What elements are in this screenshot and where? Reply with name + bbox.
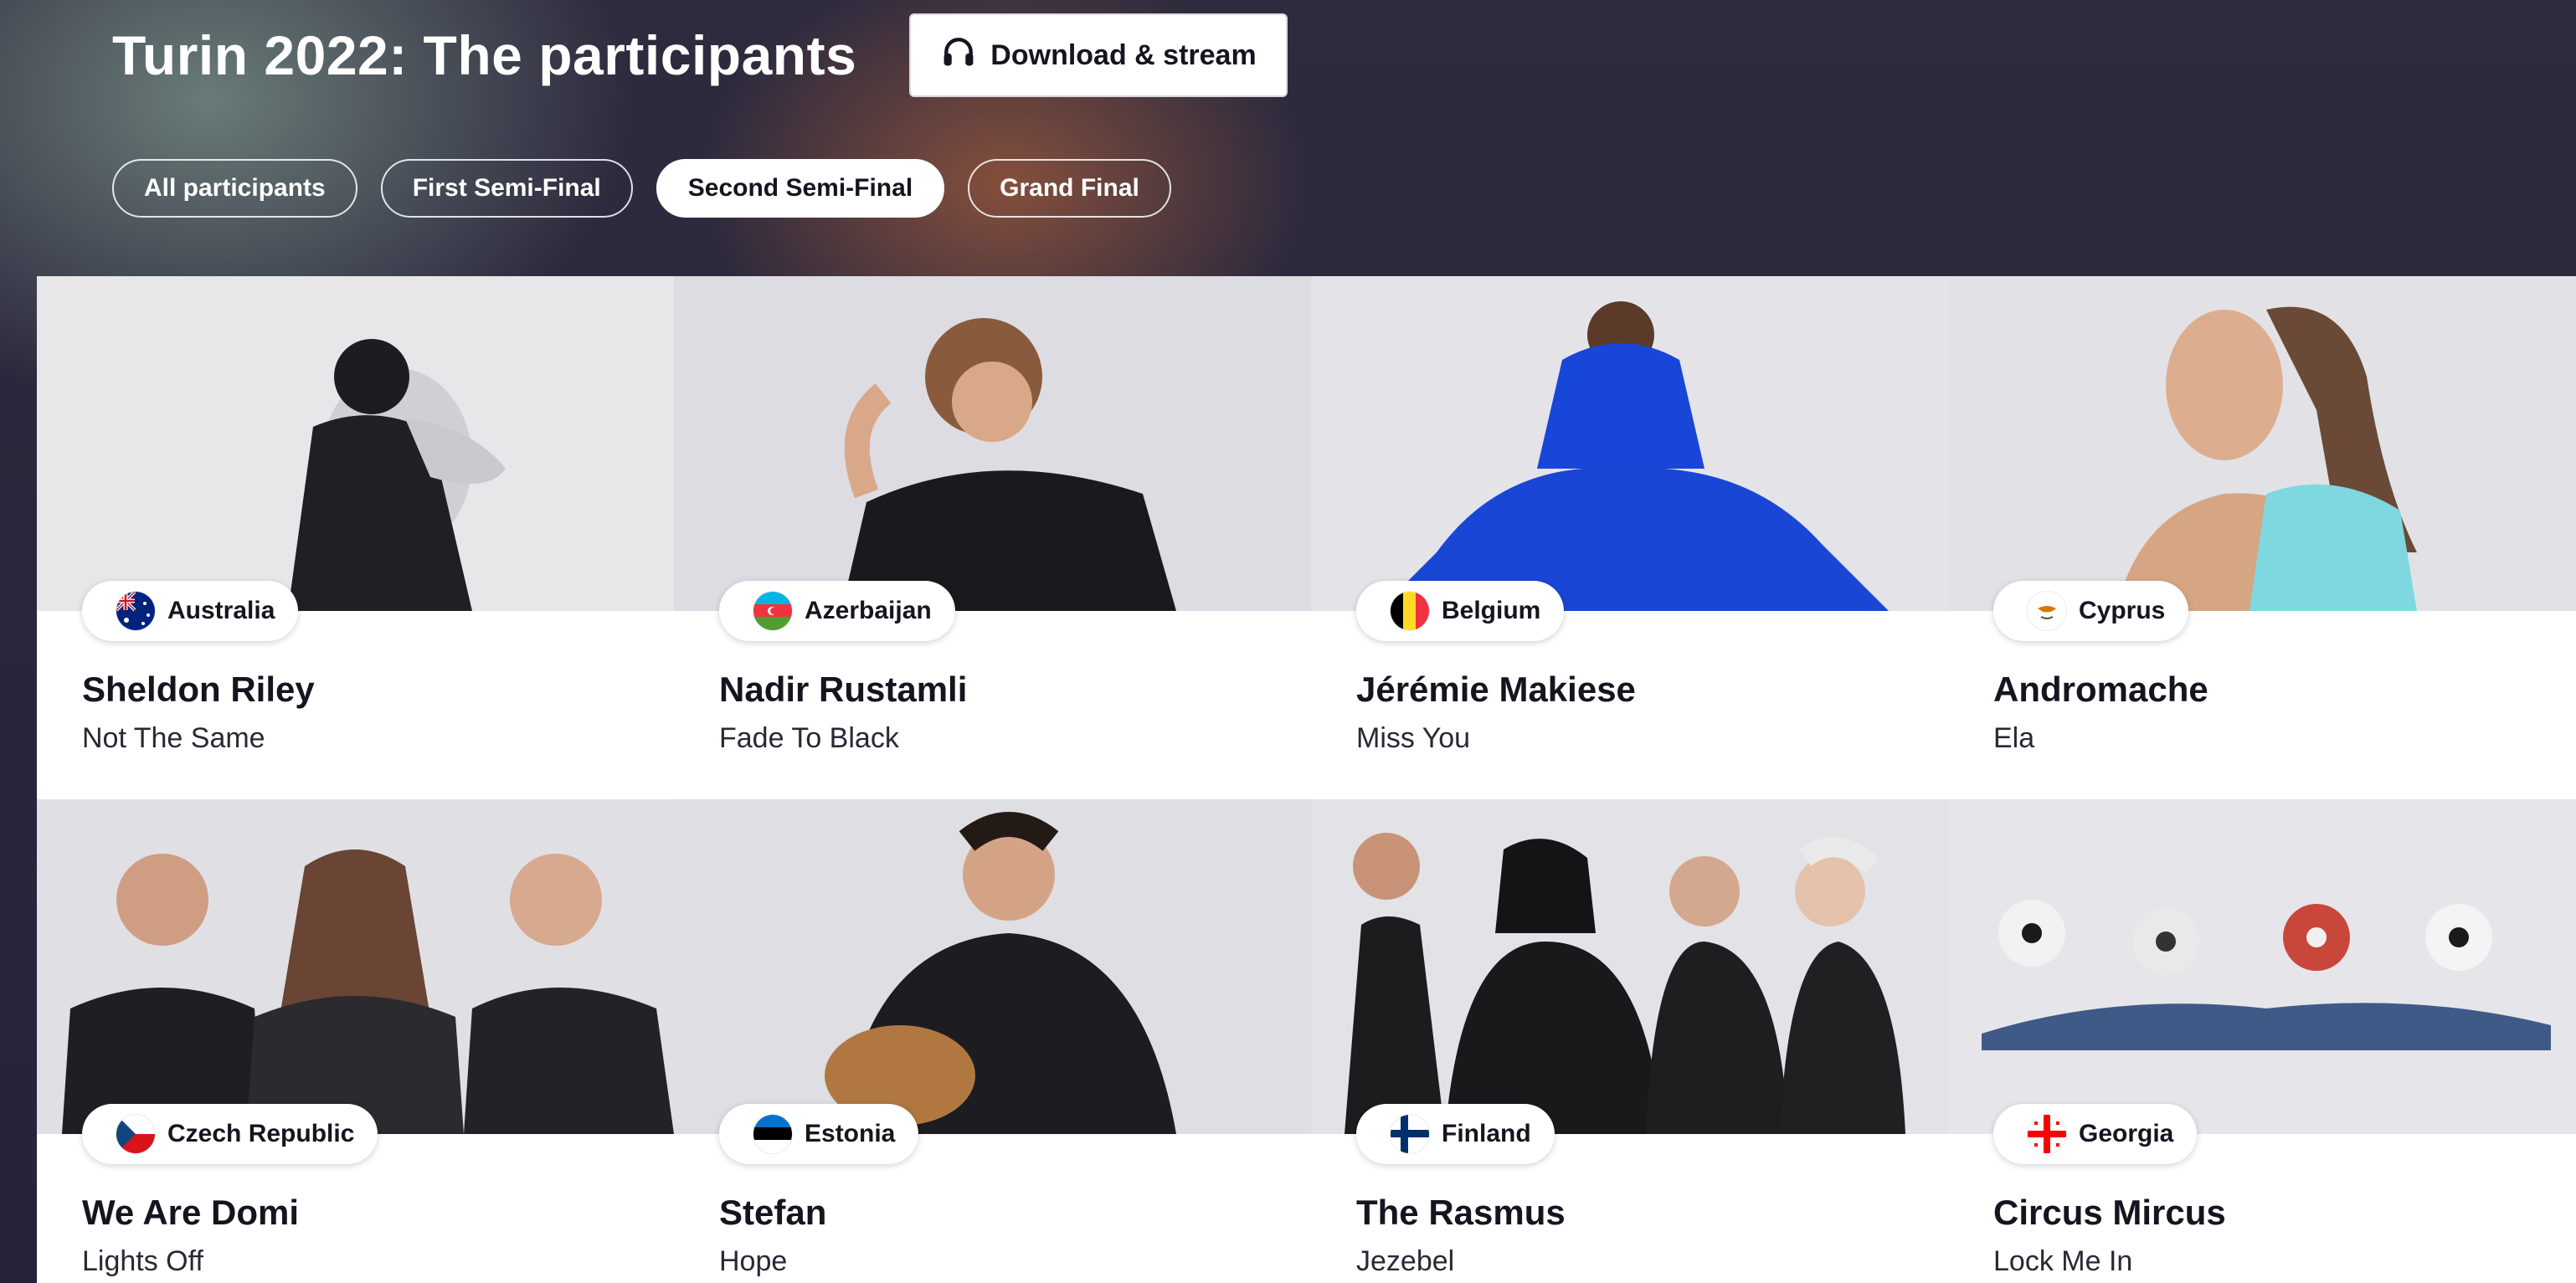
artist-name[interactable]: Jérémie Makiese [1356, 666, 1636, 713]
georgia-flag-icon [2027, 1114, 2067, 1154]
song-title: Ela [1993, 722, 2035, 754]
participant-card[interactable]: Belgium Jérémie Makiese Miss You [1311, 276, 1948, 799]
download-stream-label: Download & stream [990, 38, 1257, 71]
tab-all-participants[interactable]: All participants [112, 159, 357, 218]
tab-first-semi-final[interactable]: First Semi-Final [380, 159, 633, 218]
country-name: Finland [1442, 1120, 1531, 1147]
artist-name[interactable]: Circus Mircus [1993, 1189, 2226, 1236]
participant-photo [1948, 799, 2576, 1134]
finland-flag-icon [1390, 1114, 1430, 1154]
participant-photo [674, 799, 1311, 1134]
tab-second-semi-final[interactable]: Second Semi-Final [656, 159, 945, 218]
country-name: Czech Republic [167, 1120, 355, 1147]
song-title: Jezebel [1356, 1245, 1455, 1277]
song-title: Fade To Black [719, 722, 899, 754]
australia-flag-icon [116, 591, 156, 631]
artist-name[interactable]: The Rasmus [1356, 1189, 1566, 1236]
country-name: Georgia [2079, 1120, 2174, 1147]
country-badge: Belgium [1356, 581, 1565, 641]
country-badge: Finland [1356, 1104, 1555, 1164]
country-badge: Georgia [1993, 1104, 2198, 1164]
participant-photo [37, 799, 674, 1134]
country-badge: Cyprus [1993, 581, 2189, 641]
country-badge: Czech Republic [82, 1104, 378, 1164]
cyprus-flag-icon [2027, 591, 2067, 631]
show-filter-tabs: All participants First Semi-Final Second… [112, 159, 1171, 218]
artist-name[interactable]: We Are Domi [82, 1189, 299, 1236]
participant-photo [1948, 276, 2576, 611]
estonia-flag-icon [753, 1114, 793, 1154]
artist-name[interactable]: Andromache [1993, 666, 2208, 713]
belgium-flag-icon [1390, 591, 1430, 631]
participant-card[interactable]: Finland The Rasmus Jezebel [1311, 799, 1948, 1283]
azerbaijan-flag-icon [753, 591, 793, 631]
download-stream-button[interactable]: Download & stream [909, 13, 1288, 97]
participant-photo [37, 276, 674, 611]
headphones-icon [940, 33, 977, 78]
participant-photo [1311, 799, 1948, 1134]
participant-card[interactable]: Azerbaijan Nadir Rustamli Fade To Black [674, 276, 1311, 799]
country-badge: Estonia [719, 1104, 919, 1164]
participant-card[interactable]: Czech Republic We Are Domi Lights Off [37, 799, 674, 1283]
country-badge: Australia [82, 581, 299, 641]
country-name: Estonia [805, 1120, 896, 1147]
song-title: Miss You [1356, 722, 1471, 754]
page-title: Turin 2022: The participants [112, 24, 857, 86]
country-name: Azerbaijan [805, 597, 932, 624]
song-title: Lock Me In [1993, 1245, 2133, 1277]
country-name: Australia [167, 597, 275, 624]
artist-name[interactable]: Stefan [719, 1189, 826, 1236]
artist-name[interactable]: Sheldon Riley [82, 666, 315, 713]
song-title: Not The Same [82, 722, 265, 754]
song-title: Hope [719, 1245, 788, 1277]
tab-grand-final[interactable]: Grand Final [968, 159, 1171, 218]
participant-photo [674, 276, 1311, 611]
participant-card[interactable]: Estonia Stefan Hope [674, 799, 1311, 1283]
participant-card[interactable]: Cyprus Andromache Ela [1948, 276, 2576, 799]
czech-republic-flag-icon [116, 1114, 156, 1154]
country-badge: Azerbaijan [719, 581, 955, 641]
artist-name[interactable]: Nadir Rustamli [719, 666, 967, 713]
country-name: Cyprus [2079, 597, 2166, 624]
participant-card[interactable]: Georgia Circus Mircus Lock Me In [1948, 799, 2576, 1283]
participant-photo [1311, 276, 1948, 611]
song-title: Lights Off [82, 1245, 203, 1277]
participant-card[interactable]: Australia Sheldon Riley Not The Same [37, 276, 674, 799]
country-name: Belgium [1442, 597, 1541, 624]
participants-grid: Australia Sheldon Riley Not The Same Aze… [37, 276, 2576, 1283]
